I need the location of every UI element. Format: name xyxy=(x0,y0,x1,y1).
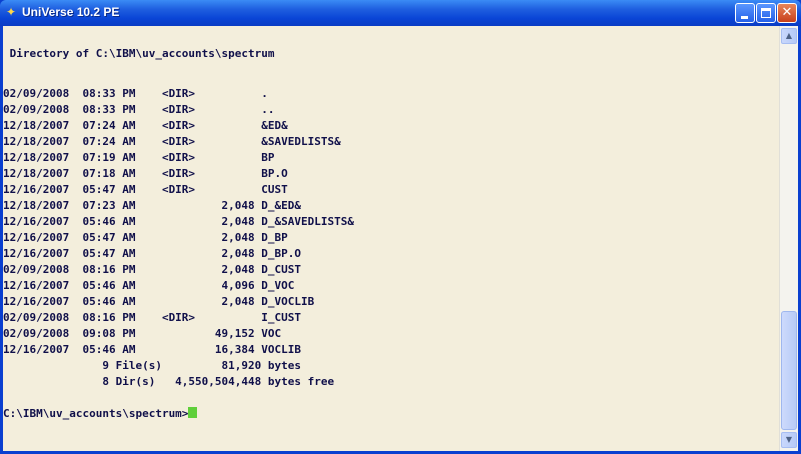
minimize-icon xyxy=(741,16,748,19)
directory-entry: 12/18/2007 07:23 AM 2,048 D_&ED& xyxy=(3,199,302,212)
directory-entry: 02/09/2008 08:16 PM <DIR> I_CUST xyxy=(3,311,302,324)
close-button[interactable]: ✕ xyxy=(777,3,797,23)
title-bar[interactable]: ✦ UniVerse 10.2 PE ✕ xyxy=(0,0,801,26)
scroll-thumb[interactable] xyxy=(781,311,797,430)
close-icon: ✕ xyxy=(781,5,793,20)
directory-header: Directory of C:\IBM\uv_accounts\spectrum xyxy=(3,47,275,60)
window-title: UniVerse 10.2 PE xyxy=(22,5,120,19)
directory-entry: 12/18/2007 07:19 AM <DIR> BP xyxy=(3,151,275,164)
directory-entry: 12/18/2007 07:18 AM <DIR> BP.O xyxy=(3,167,288,180)
directory-entry: 12/16/2007 05:47 AM 2,048 D_BP xyxy=(3,231,288,244)
summary-dirs: 8 Dir(s) 4,550,504,448 bytes free xyxy=(3,375,335,388)
scroll-down-icon: ▼ xyxy=(785,435,793,444)
summary-files: 9 File(s) 81,920 bytes xyxy=(3,359,302,372)
command-prompt[interactable]: C:\IBM\uv_accounts\spectrum> xyxy=(3,406,198,422)
directory-entry: 02/09/2008 09:08 PM 49,152 VOC xyxy=(3,327,282,340)
minimize-button[interactable] xyxy=(735,3,755,23)
text-cursor xyxy=(188,407,198,418)
console-output[interactable]: Directory of C:\IBM\uv_accounts\spectrum… xyxy=(3,26,779,451)
prompt-text: C:\IBM\uv_accounts\spectrum> xyxy=(3,407,189,420)
console-window: ✦ UniVerse 10.2 PE ✕ Directory of C:\IBM… xyxy=(0,0,801,454)
directory-entry: 12/18/2007 07:24 AM <DIR> &ED& xyxy=(3,119,288,132)
scroll-down-button[interactable]: ▼ xyxy=(781,432,797,448)
directory-entry: 12/16/2007 05:46 AM 2,048 D_VOCLIB xyxy=(3,295,315,308)
directory-entry: 12/16/2007 05:46 AM 16,384 VOCLIB xyxy=(3,343,302,356)
directory-entry: 02/09/2008 08:16 PM 2,048 D_CUST xyxy=(3,263,302,276)
scroll-up-icon: ▲ xyxy=(785,31,793,40)
directory-entry: 12/16/2007 05:46 AM 4,096 D_VOC xyxy=(3,279,295,292)
directory-entry: 02/09/2008 08:33 PM <DIR> . xyxy=(3,87,268,100)
directory-entry: 12/16/2007 05:46 AM 2,048 D_&SAVEDLISTS& xyxy=(3,215,354,228)
maximize-button[interactable] xyxy=(756,3,776,23)
scroll-up-button[interactable]: ▲ xyxy=(781,28,797,44)
directory-entry: 12/16/2007 05:47 AM 2,048 D_BP.O xyxy=(3,247,302,260)
directory-entry: 02/09/2008 08:33 PM <DIR> .. xyxy=(3,103,275,116)
directory-entry: 12/16/2007 05:47 AM <DIR> CUST xyxy=(3,183,288,196)
directory-entry: 12/18/2007 07:24 AM <DIR> &SAVEDLISTS& xyxy=(3,135,341,148)
vertical-scrollbar[interactable]: ▲ ▼ xyxy=(779,26,798,451)
app-icon[interactable]: ✦ xyxy=(6,6,18,18)
maximize-icon xyxy=(761,8,771,18)
